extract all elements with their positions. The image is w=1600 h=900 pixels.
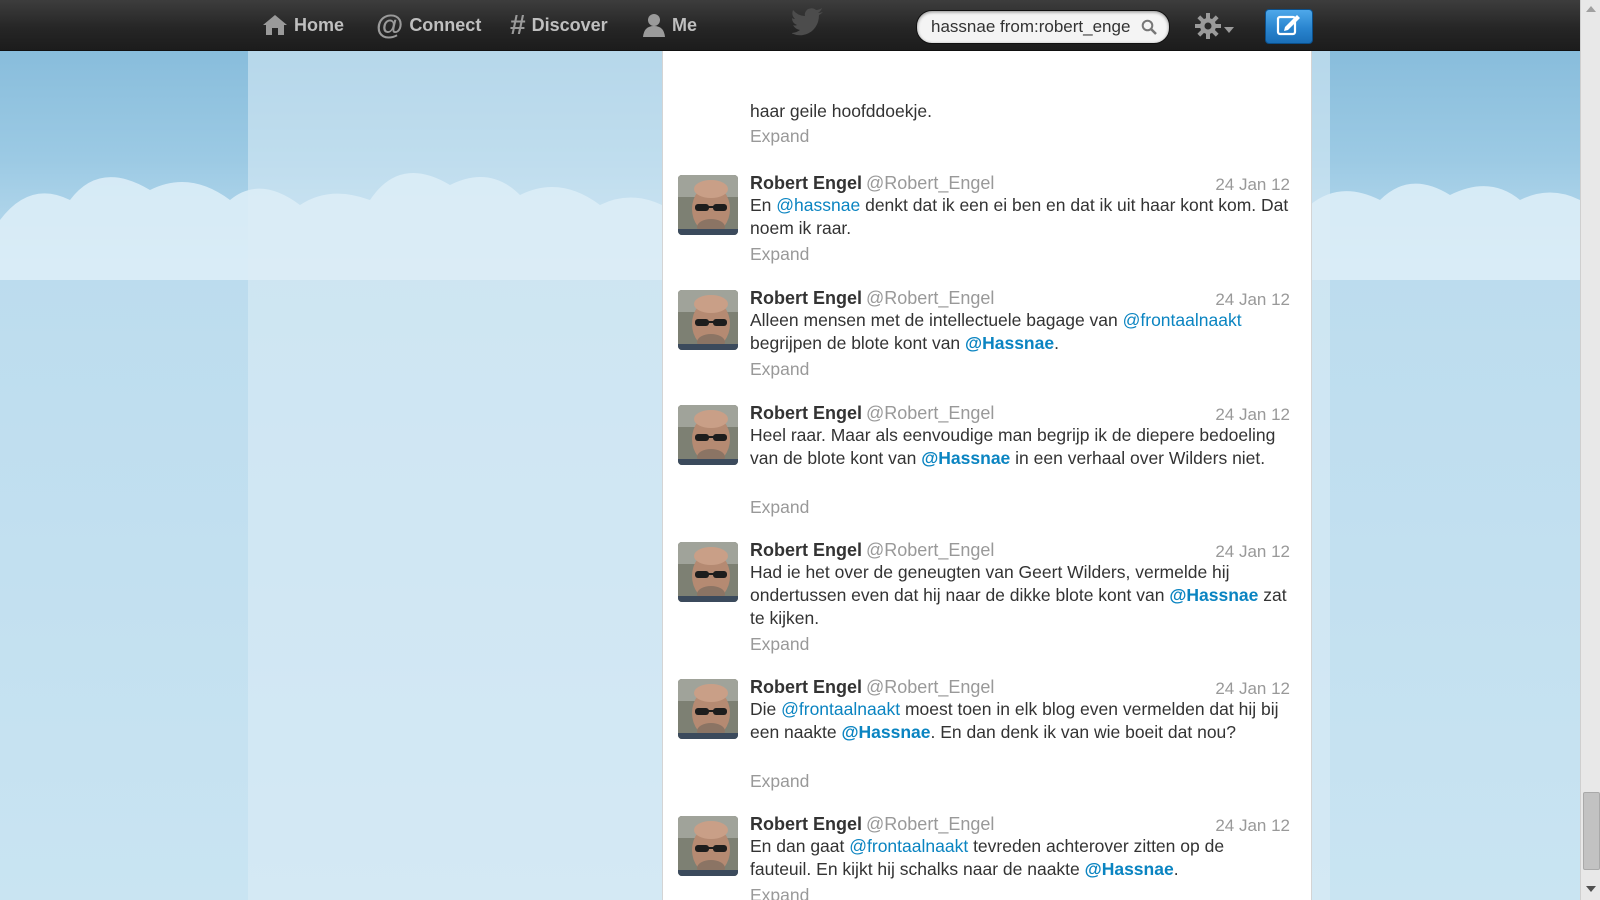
tweet-timestamp[interactable]: 24 Jan 12 [1215,290,1290,310]
mention-link[interactable]: @Hassnae [1085,859,1174,879]
avatar[interactable] [678,405,738,465]
expand-link[interactable]: Expand [750,126,809,147]
nav-me-label: Me [672,14,698,35]
scroll-up-arrow-icon[interactable] [1586,6,1596,12]
mention-link[interactable]: @Hassnae [965,333,1054,353]
expand-link[interactable]: Expand [750,359,809,380]
mention-link[interactable]: @Hassnae [921,448,1010,468]
tweet-text-segment: En [750,195,777,215]
nav-discover[interactable]: # Discover [510,0,608,50]
tweet-text-segment: Alleen mensen met de intellectuele bagag… [750,310,1123,330]
tweet-header: Robert Engel @Robert_Engel 24 Jan 12 [750,540,1290,562]
tweet-header: Robert Engel @Robert_Engel 24 Jan 12 [750,677,1290,699]
search-input[interactable] [931,16,1131,38]
expand-link[interactable]: Expand [750,771,809,792]
mention-link[interactable]: @frontaalnaakt [1123,310,1242,330]
author-name[interactable]: Robert Engel [750,173,862,193]
caret-down-icon [1224,20,1234,38]
nav-me[interactable]: Me [642,0,697,50]
tweet-text: En dan gaat @frontaalnaakt tevreden acht… [750,835,1290,881]
tweet-text-segment: begrijpen de blote kont van [750,333,966,353]
tweet-text: En @hassnae denkt dat ik een ei ben en d… [750,194,1290,240]
scrollbar-thumb[interactable] [1583,792,1600,870]
gear-icon [1195,13,1221,44]
nav-home[interactable]: Home [262,0,344,50]
tweet-text-segment: Die [750,699,782,719]
nav-home-label: Home [294,14,345,35]
home-icon [262,13,288,37]
author-name[interactable]: Robert Engel [750,814,862,834]
author-handle[interactable]: @Robert_Engel [866,173,994,193]
author-name[interactable]: Robert Engel [750,677,862,697]
author-handle[interactable]: @Robert_Engel [866,403,994,423]
nav-connect-label: Connect [409,14,482,35]
nav-connect[interactable]: @ Connect [376,0,481,50]
tweet[interactable]: Robert Engel @Robert_Engel 24 Jan 12 Had ie… [663,527,1311,665]
tweet-text-segment: . [1173,859,1179,879]
tweet[interactable]: Robert Engel @Robert_Engel 24 Jan 12 Die @f… [663,664,1311,802]
tweet-text: Heel raar. Maar als eenvoudige man begri… [750,424,1290,470]
scroll-down-arrow-icon[interactable] [1586,886,1596,892]
tweet-header: Robert Engel @Robert_Engel 24 Jan 12 [750,403,1290,425]
tweet[interactable]: Robert Engel @Robert_Engel 24 Jan 12 Heel r… [663,390,1311,528]
nav-discover-label: Discover [531,14,608,35]
tweet-text-segment: En dan gaat [750,836,850,856]
mention-link[interactable]: @Hassnae [1169,585,1258,605]
tweet-text: Die @frontaalnaakt moest toen in elk blo… [750,698,1290,744]
tweet-text: Had ie het over de geneugten van Geert W… [750,561,1290,630]
compose-tweet-button[interactable] [1265,9,1313,44]
avatar[interactable] [678,816,738,876]
tweet-text: haar geile hoofddoekje. [750,101,932,121]
at-sign-icon: @ [376,9,404,40]
search-icon[interactable] [1141,19,1157,40]
mention-link[interactable]: @frontaalnaakt [781,699,900,719]
avatar[interactable] [678,679,738,739]
expand-link[interactable]: Expand [750,244,809,265]
expand-link[interactable]: Expand [750,634,809,655]
avatar[interactable] [678,290,738,350]
top-navigation-bar: Home @ Connect # Discover Me [0,0,1580,51]
author-handle[interactable]: @Robert_Engel [866,677,994,697]
author-handle[interactable]: @Robert_Engel [866,540,994,560]
settings-menu[interactable] [1195,13,1234,44]
tweet[interactable]: Robert Engel @Robert_Engel 24 Jan 12 En dan… [663,801,1311,900]
tweet-timestamp[interactable]: 24 Jan 12 [1215,405,1290,425]
tweet[interactable]: Robert Engel @Robert_Engel 24 Jan 12 En @ha… [663,160,1311,276]
avatar[interactable] [678,175,738,235]
tweet-timestamp[interactable]: 24 Jan 12 [1215,816,1290,836]
tweet-header: Robert Engel @Robert_Engel 24 Jan 12 [750,288,1290,310]
tweet-timeline: haar geile hoofddoekje. Expand Robert En… [662,50,1312,900]
user-icon [642,12,666,38]
tweet-text-segment: . [1054,333,1059,353]
compose-icon [1276,12,1302,41]
tweet-text-segment: Had ie het over de geneugten van Geert W… [750,562,1230,605]
hashtag-icon: # [510,9,526,40]
mention-link[interactable]: @Hassnae [841,722,930,742]
tweet-timestamp[interactable]: 24 Jan 12 [1215,175,1290,195]
author-name[interactable]: Robert Engel [750,288,862,308]
tweet-text-segment: in een verhaal over Wilders niet. [1010,448,1266,468]
tweet-text-segment: . En dan denk ik van wie boeit dat nou? [930,722,1237,742]
tweet-header: Robert Engel @Robert_Engel 24 Jan 12 [750,173,1290,195]
tweet-timestamp[interactable]: 24 Jan 12 [1215,542,1290,562]
author-handle[interactable]: @Robert_Engel [866,288,994,308]
author-name[interactable]: Robert Engel [750,403,862,423]
scrollbar[interactable] [1580,0,1600,900]
tweet-header: Robert Engel @Robert_Engel 24 Jan 12 [750,814,1290,836]
mention-link[interactable]: @hassnae [776,195,860,215]
expand-link[interactable]: Expand [750,885,809,900]
tweet-partial[interactable]: haar geile hoofddoekje. Expand [663,50,1311,161]
twitter-bird-icon[interactable] [791,8,824,41]
author-name[interactable]: Robert Engel [750,540,862,560]
tweet[interactable]: Robert Engel @Robert_Engel 24 Jan 12 Alleen… [663,275,1311,391]
search-box[interactable] [916,10,1170,44]
avatar[interactable] [678,542,738,602]
tweet-timestamp[interactable]: 24 Jan 12 [1215,679,1290,699]
expand-link[interactable]: Expand [750,497,809,518]
tweet-text: Alleen mensen met de intellectuele bagag… [750,309,1290,355]
author-handle[interactable]: @Robert_Engel [866,814,994,834]
mention-link[interactable]: @frontaalnaakt [849,836,968,856]
